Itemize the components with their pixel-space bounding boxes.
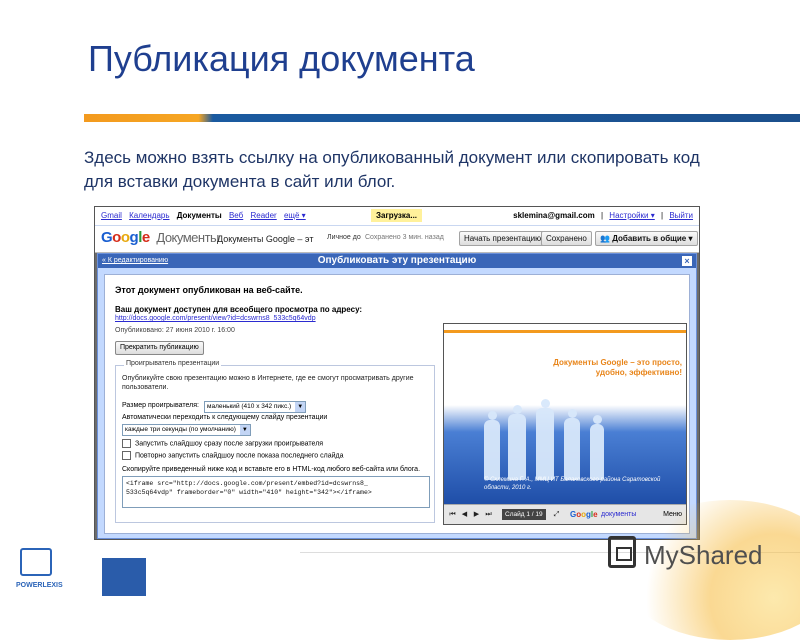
gbar-user-area: sklemina@gmail.com | Настройки ▾ | Выйти (513, 211, 693, 220)
private-label: Личное до (327, 234, 361, 241)
preview-slide: Документы Google – это просто, удобно, э… (444, 324, 686, 504)
player-legend: Проигрыватель презентации (124, 360, 222, 367)
gbar-link-documents[interactable]: Документы (177, 211, 222, 220)
google-bar: Gmail Календарь Документы Веб Reader ещё… (95, 207, 699, 226)
preview-slide-text: Документы Google – это просто, удобно, э… (553, 358, 682, 377)
person-figure (590, 415, 604, 480)
prev-slide-icon[interactable]: ◀ (460, 510, 469, 519)
person-figure (508, 405, 526, 480)
next-slide-icon[interactable]: ⏭ (484, 510, 493, 519)
decorative-blue-square (102, 558, 146, 596)
preview-credit: © Склемина Г. А., ММЦ ИТ Балаковского ра… (484, 477, 661, 491)
saved-button[interactable]: Сохранено (541, 231, 592, 246)
person-figure (564, 409, 580, 480)
repeat-slideshow-label: Повторно запустить слайдшоу после показа… (135, 452, 344, 460)
user-email: sklemina@gmail.com (513, 211, 595, 220)
powerlexis-logo (14, 548, 54, 582)
doc-header: Google Документы Документы Google – эт Л… (95, 226, 699, 253)
preview-google-logo: Google (570, 510, 598, 519)
copy-code-label: Скопируйте приведенный ниже код и вставь… (122, 466, 421, 473)
dialog-header: Опубликовать эту презентацию « К редакти… (98, 254, 696, 268)
presentation-preview[interactable]: Документы Google – это просто, удобно, э… (443, 323, 687, 525)
expand-icon[interactable]: ⤢ (552, 510, 561, 519)
gbar-link-calendar[interactable]: Календарь (129, 211, 169, 220)
play-icon[interactable]: ▶ (472, 510, 481, 519)
slide-title: Публикация документа (88, 38, 475, 79)
doc-title[interactable]: Документы Google – эт (217, 234, 313, 244)
saved-status: Сохранено 3 мин. назад (365, 234, 444, 241)
player-fieldset: Проигрыватель презентации Опубликуйте св… (115, 360, 435, 523)
slide-accent-line (444, 330, 686, 333)
publish-dialog: Опубликовать эту презентацию « К редакти… (97, 253, 697, 539)
player-description: Опубликуйте свою презентацию можно в Инт… (122, 375, 414, 391)
size-select-value: маленький (410 x 342 пикс.) (207, 403, 292, 410)
gbar-link-gmail[interactable]: Gmail (101, 211, 122, 220)
powerlexis-text: POWERLEXIS (16, 582, 63, 589)
gbar-link-web[interactable]: Веб (229, 211, 243, 220)
people-icon: 👥 (600, 234, 610, 243)
first-slide-icon[interactable]: ⏮ (448, 510, 457, 519)
slide-counter: Слайд 1 / 19 (502, 509, 546, 520)
dialog-body: Этот документ опубликован на веб-сайте. … (104, 274, 690, 534)
myshared-logo-text: MyShared (644, 540, 763, 570)
auto-advance-label: Автоматически переходить к следующему сл… (122, 414, 328, 421)
screenshot-frame: Gmail Календарь Документы Веб Reader ещё… (94, 206, 700, 540)
slide-description: Здесь можно взять ссылку на опубликованн… (84, 148, 700, 191)
published-message: Этот документ опубликован на веб-сайте. (115, 285, 303, 295)
embed-code-textarea[interactable]: <iframe src="http://docs.google.com/pres… (122, 476, 430, 508)
start-slideshow-checkbox[interactable]: Запустить слайдшоу сразу после загрузки … (122, 439, 323, 448)
preview-product: документы (601, 511, 637, 518)
logo-product: Документы (156, 230, 219, 245)
published-url-link[interactable]: http://docs.google.com/present/view?id=d… (115, 315, 316, 322)
start-slideshow-label: Запустить слайдшоу сразу после загрузки … (135, 440, 324, 448)
add-public-button[interactable]: 👥 Добавить в общие ▾ (595, 231, 698, 246)
google-bar-links: Gmail Календарь Документы Веб Reader ещё… (101, 207, 311, 225)
add-public-label: Добавить в общие (612, 234, 687, 243)
stop-publishing-button[interactable]: Прекратить публикацию (115, 341, 204, 355)
close-icon[interactable]: × (682, 256, 692, 266)
gbar-link-reader[interactable]: Reader (250, 211, 276, 220)
repeat-slideshow-checkbox[interactable]: Повторно запустить слайдшоу после показа… (122, 451, 344, 460)
logout-link[interactable]: Выйти (669, 211, 693, 220)
myshared-icon (608, 536, 636, 568)
auto-advance-value: каждые три секунды (по умолчанию) (125, 426, 236, 433)
start-presentation-button[interactable]: Начать презентацию (459, 231, 547, 246)
chevron-down-icon: ▼ (239, 425, 250, 435)
size-select[interactable]: маленький (410 x 342 пикс.) ▼ (204, 401, 307, 413)
dialog-title: Опубликовать эту презентацию (317, 255, 477, 266)
checkbox-icon (122, 439, 131, 448)
auto-advance-select[interactable]: каждые три секунды (по умолчанию) ▼ (122, 424, 251, 436)
size-label: Размер проигрывателя: (122, 402, 199, 409)
chevron-down-icon: ▼ (295, 402, 306, 412)
person-figure (536, 399, 554, 480)
checkbox-icon (122, 451, 131, 460)
google-docs-logo[interactable]: Google Документы (101, 229, 219, 246)
available-label: Ваш документ доступен для всеобщего прос… (115, 305, 363, 314)
loading-indicator: Загрузка... (371, 209, 423, 222)
settings-link[interactable]: Настройки ▾ (609, 211, 654, 220)
person-figure (484, 411, 500, 480)
published-date: Опубликовано: 27 июня 2010 г. 16:00 (115, 327, 235, 334)
chevron-down-icon: ▾ (688, 234, 693, 243)
back-to-edit-link[interactable]: « К редактированию (102, 254, 168, 268)
gbar-link-more[interactable]: ещё ▾ (284, 211, 306, 220)
title-divider (84, 114, 800, 122)
